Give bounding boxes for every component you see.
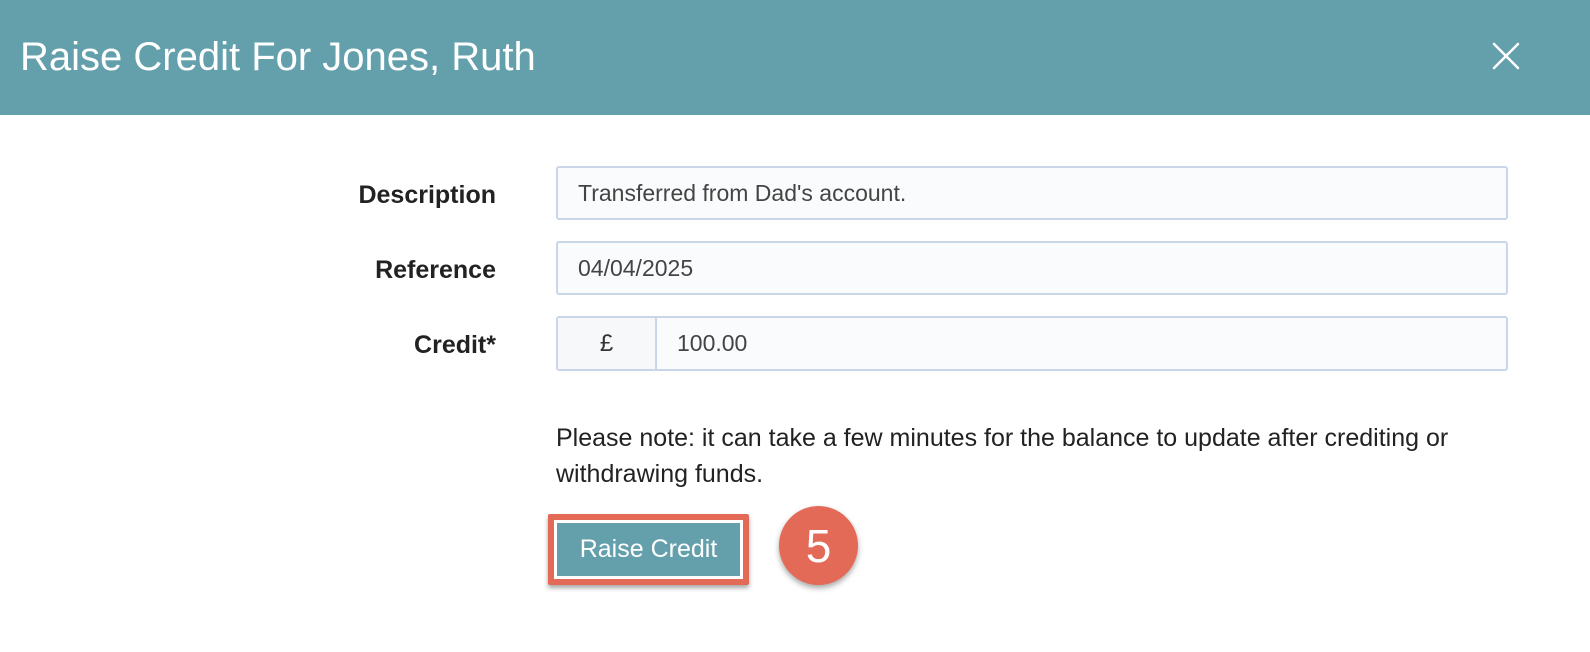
raise-credit-button[interactable]: Raise Credit	[557, 523, 740, 576]
close-icon	[1492, 42, 1520, 70]
description-label: Description	[358, 181, 496, 209]
reference-label: Reference	[375, 256, 496, 284]
credit-amount-field[interactable]	[657, 318, 1506, 369]
modal-title: Raise Credit For Jones, Ruth	[20, 35, 536, 79]
description-field[interactable]	[556, 166, 1508, 220]
credit-input-group: £	[556, 316, 1508, 371]
step-number-badge: 5	[779, 506, 858, 585]
close-button[interactable]	[1478, 28, 1534, 84]
currency-symbol: £	[558, 318, 657, 369]
modal-header: Raise Credit For Jones, Ruth	[0, 0, 1590, 115]
reference-field[interactable]	[556, 241, 1508, 295]
balance-update-note: Please note: it can take a few minutes f…	[556, 424, 1449, 488]
credit-label: Credit*	[414, 331, 496, 359]
raise-credit-modal: Raise Credit For Jones, Ruth Description…	[0, 0, 1590, 652]
